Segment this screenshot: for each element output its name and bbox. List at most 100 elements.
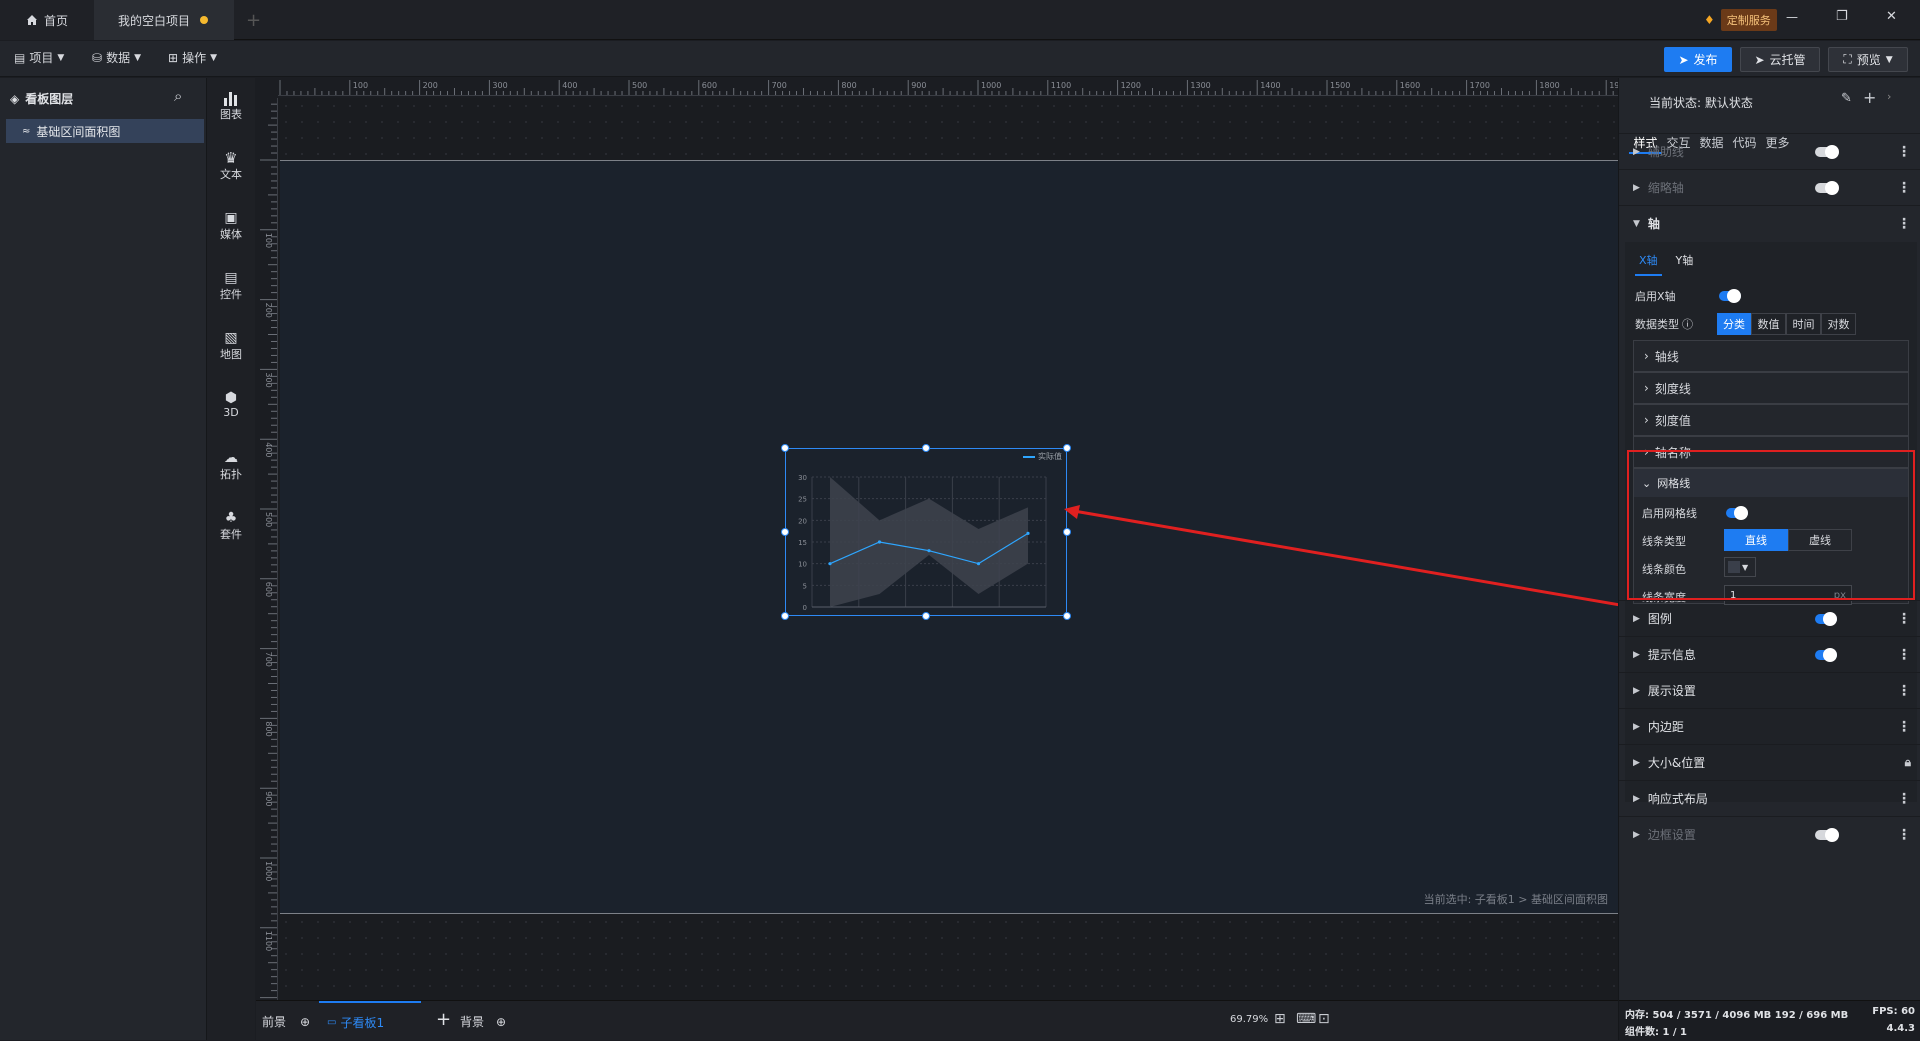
resize-handle[interactable] [1063, 444, 1071, 452]
cloud-host-button[interactable]: ➤ 云托管 [1740, 47, 1820, 72]
caret-right-icon: ▶ [1633, 685, 1640, 696]
more-icon[interactable]: ⋮ [1897, 719, 1911, 735]
sub-tick-line[interactable]: › 刻度线 [1633, 372, 1909, 404]
resize-handle[interactable] [1063, 612, 1071, 620]
add-circle-icon[interactable]: ⊕ [496, 1015, 506, 1029]
cloud-host-label: 云托管 [1769, 53, 1806, 67]
comp-control[interactable]: ▤ 控件 [207, 270, 255, 302]
tab-front[interactable]: 前景 ⊕ [262, 1013, 310, 1030]
comp-media[interactable]: ▣ 媒体 [207, 210, 255, 242]
preview-button[interactable]: ⛶ 预览 ▼ [1828, 47, 1908, 72]
layer-item[interactable]: ≈ 基础区间面积图 [6, 119, 204, 143]
more-icon[interactable]: ⋮ [1897, 647, 1911, 663]
section-axis[interactable]: ▼ 轴 ⋮ [1619, 205, 1920, 241]
caret-right-icon: ▶ [1633, 182, 1640, 193]
data-point [927, 549, 931, 553]
tab-y-axis[interactable]: Y轴 [1676, 252, 1694, 276]
add-board-button[interactable]: + [436, 1009, 451, 1030]
caret-right-icon: ▶ [1633, 613, 1640, 624]
enable-x-toggle[interactable] [1719, 289, 1741, 303]
section-border[interactable]: ▶ 边框设置 ⋮ [1619, 816, 1920, 852]
help-icon[interactable]: ⓘ [1682, 316, 1693, 332]
comp-map[interactable]: ▧ 地图 [207, 330, 255, 362]
comp-kit[interactable]: ♣ 套件 [207, 510, 255, 542]
ruler-label: 500 [632, 81, 647, 90]
menu-ops[interactable]: ⊞ 操作 ▼ [168, 49, 217, 66]
section-tooltip[interactable]: ▶ 提示信息 ⋮ [1619, 636, 1920, 672]
ruler-label: 500 [264, 512, 273, 527]
new-tab-button[interactable]: + [246, 0, 261, 40]
restore-button[interactable]: ❐ [1836, 9, 1848, 24]
ruler-label: 100 [264, 233, 273, 248]
data-type-time[interactable]: 时间 [1786, 313, 1821, 335]
resize-handle[interactable] [781, 612, 789, 620]
search-icon[interactable]: ⌕ [174, 87, 182, 105]
section-legend[interactable]: ▶ 图例 ⋮ [1619, 600, 1920, 636]
menu-data[interactable]: ⛁ 数据 ▼ [92, 49, 141, 66]
sub-tick-value[interactable]: › 刻度值 [1633, 404, 1909, 436]
comp-topology[interactable]: ☁ 拓扑 [207, 450, 255, 482]
data-type-value[interactable]: 数值 [1751, 313, 1786, 335]
canvas[interactable]: 0 5 10 15 20 25 30 实际值 当前选中: 子看板1 > 基础区间面积图 [278, 98, 1618, 1000]
comp-text-label: 文本 [220, 168, 242, 181]
comp-chart[interactable]: 图表 [207, 90, 255, 122]
chart-widget[interactable]: 0 5 10 15 20 25 30 实际值 [785, 448, 1067, 616]
dashboard-screen[interactable]: 0 5 10 15 20 25 30 实际值 当前选中: 子看板1 > 基础区间面积图 [280, 160, 1618, 914]
section-display[interactable]: ▶ 展示设置 ⋮ [1619, 672, 1920, 708]
area-chart-icon: ≈ [22, 125, 31, 137]
data-type-category[interactable]: 分类 [1717, 313, 1751, 335]
custom-service-button[interactable]: ♦ 定制服务 [1704, 9, 1777, 31]
tab-project[interactable]: 我的空白项目 [94, 0, 234, 40]
section-responsive[interactable]: ▶ 响应式布局 ⋮ [1619, 780, 1920, 816]
chevron-down-icon: ▼ [57, 52, 65, 63]
tab-bg-label: 背景 [460, 1015, 485, 1029]
more-icon[interactable]: ⋮ [1897, 144, 1911, 160]
add-circle-icon[interactable]: ⊕ [300, 1015, 310, 1029]
border-toggle[interactable] [1815, 828, 1839, 842]
legend-line-icon [1023, 455, 1035, 458]
zoom-axis-toggle[interactable] [1815, 181, 1839, 195]
terminal-icon[interactable]: ⊡ [1318, 1011, 1330, 1027]
zoom-level[interactable]: 69.79% [1230, 1014, 1268, 1025]
data-type-log[interactable]: 对数 [1821, 313, 1856, 335]
menu-project[interactable]: ▤ 项目 ▼ [14, 49, 64, 66]
more-icon[interactable]: ⋮ [1897, 683, 1911, 699]
resize-handle[interactable] [922, 444, 930, 452]
section-size-position[interactable]: ▶ 大小&位置 🔒︎ [1619, 744, 1920, 780]
tooltip-toggle[interactable] [1815, 648, 1837, 662]
section-zoom-axis[interactable]: ▶ 缩略轴 ⋮ [1619, 169, 1920, 205]
keyboard-icon[interactable]: ⌨ [1296, 1011, 1316, 1027]
more-icon[interactable]: ⋮ [1897, 791, 1911, 807]
close-button[interactable]: ✕ [1886, 9, 1897, 24]
status-footer: 内存: 504 / 3571 / 4096 MB 192 / 696 MB FP… [1619, 1000, 1920, 1040]
resize-handle[interactable] [781, 528, 789, 536]
bar-chart-icon [224, 92, 237, 106]
fit-screen-icon[interactable]: ⊞ [1274, 1011, 1286, 1027]
section-padding[interactable]: ▶ 内边距 ⋮ [1619, 708, 1920, 744]
ruler-label: 1300 [1190, 81, 1210, 90]
legend-toggle[interactable] [1815, 612, 1837, 626]
tab-background[interactable]: 背景 ⊕ [460, 1013, 506, 1030]
resize-handle[interactable] [922, 612, 930, 620]
more-icon[interactable]: ⋮ [1897, 216, 1911, 232]
diamond-icon: ♦ [1704, 13, 1715, 27]
tab-sub-board[interactable]: ▭ 子看板1 [319, 1001, 421, 1041]
comp-3d[interactable]: ⬢ 3D [207, 390, 255, 419]
sub-axis-line[interactable]: › 轴线 [1633, 340, 1909, 372]
minimize-button[interactable]: — [1786, 10, 1798, 24]
publish-button[interactable]: ➤ 发布 [1664, 47, 1732, 72]
tab-x-axis[interactable]: X轴 [1635, 252, 1662, 276]
ruler-label: 300 [492, 81, 507, 90]
component-bar: 图表 ♛ 文本 ▣ 媒体 ▤ 控件 ▧ 地图 ⬢ 3D ☁ 拓扑 ♣ 套件 [207, 78, 255, 1040]
chevron-right-icon[interactable]: › [1887, 90, 1891, 103]
lock-icon[interactable]: 🔒︎ [1905, 755, 1911, 770]
guides-toggle[interactable] [1815, 145, 1839, 159]
tab-home[interactable]: 首页 [0, 0, 94, 40]
more-icon[interactable]: ⋮ [1897, 611, 1911, 627]
resize-handle[interactable] [781, 444, 789, 452]
data-type-selector: 分类 数值 时间 对数 [1717, 313, 1856, 335]
more-icon[interactable]: ⋮ [1897, 180, 1911, 196]
section-guides[interactable]: ▶ 辅助线 ⋮ [1619, 133, 1920, 169]
more-icon[interactable]: ⋮ [1897, 827, 1911, 843]
comp-text[interactable]: ♛ 文本 [207, 150, 255, 182]
